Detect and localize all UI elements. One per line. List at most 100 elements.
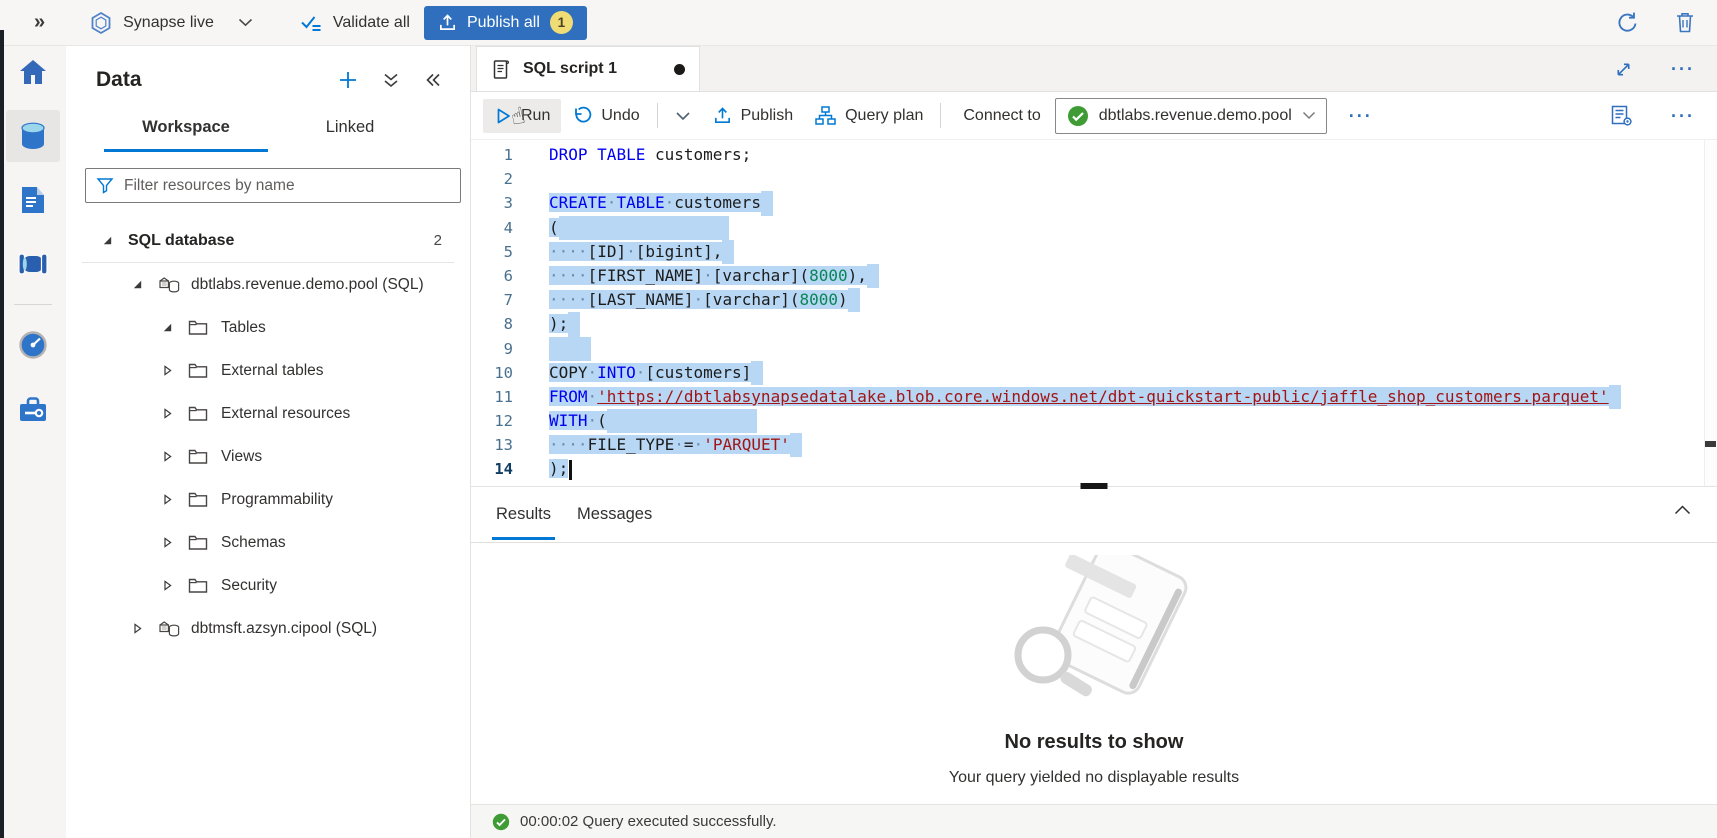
- collapse-results-chevron-icon[interactable]: [1674, 505, 1691, 515]
- line-number: 11: [471, 385, 523, 409]
- tree-item-sql-database[interactable]: SQL database2: [66, 219, 470, 262]
- code-line-6[interactable]: 6····[FIRST_NAME]·[varchar](8000),: [471, 264, 1717, 288]
- publish-button[interactable]: Publish: [702, 98, 804, 133]
- tree-item-dbtlabs-revenue-demo-pool-sql[interactable]: dbtlabs.revenue.demo.pool (SQL): [66, 263, 470, 306]
- commands-dropdown-button[interactable]: [664, 103, 702, 129]
- collapse-all-icon[interactable]: [382, 72, 400, 89]
- code-line-14[interactable]: 14);: [471, 457, 1717, 481]
- validate-check-icon: [299, 13, 323, 33]
- line-number: 9: [471, 337, 523, 361]
- filter-resources-box: [85, 168, 461, 203]
- nav-manage-button[interactable]: [6, 383, 60, 435]
- publish-all-button[interactable]: Publish all 1: [424, 6, 587, 40]
- filter-resources-input[interactable]: [124, 177, 450, 195]
- tree-item-label: External resources: [221, 405, 350, 423]
- chevron-down-icon[interactable]: [238, 18, 253, 27]
- collapse-arrow-icon[interactable]: [102, 235, 113, 246]
- code-line-1[interactable]: 1DROP TABLE customers;: [471, 143, 1717, 167]
- tree-item-security[interactable]: Security: [66, 564, 470, 607]
- tree-item-tables[interactable]: Tables: [66, 306, 470, 349]
- sql-pool-icon: [158, 619, 181, 638]
- pane-resize-grip[interactable]: [1081, 483, 1108, 489]
- folder-icon: [188, 491, 211, 508]
- document-tab-title: SQL script 1: [523, 60, 617, 78]
- validate-all-button[interactable]: Validate all: [299, 13, 410, 33]
- query-plan-button[interactable]: Query plan: [804, 98, 934, 133]
- data-panel-tabs: Workspace Linked: [66, 108, 470, 152]
- expand-arrow-icon[interactable]: [162, 580, 173, 591]
- sql-pool-icon: [158, 275, 181, 294]
- tree-item-views[interactable]: Views: [66, 435, 470, 478]
- nav-develop-button[interactable]: [6, 174, 60, 226]
- nav-monitor-button[interactable]: [6, 319, 60, 371]
- nav-home-button[interactable]: [6, 46, 60, 98]
- code-line-10[interactable]: 10COPY·INTO·[customers]: [471, 361, 1717, 385]
- line-number: 13: [471, 433, 523, 457]
- chevron-down-icon: [675, 111, 691, 121]
- expand-arrow-icon[interactable]: [162, 451, 173, 462]
- code-line-9[interactable]: 9: [471, 337, 1717, 361]
- editor-scrollbar[interactable]: [1704, 140, 1717, 486]
- text-cursor: [569, 460, 572, 480]
- rail-divider: [14, 304, 52, 305]
- scrollbar-marker: [1705, 441, 1716, 447]
- tab-messages[interactable]: Messages: [564, 490, 665, 539]
- sql-code-editor[interactable]: 1DROP TABLE customers;23CREATE·TABLE·cus…: [471, 140, 1717, 487]
- code-line-5[interactable]: 5····[ID]·[bigint],: [471, 240, 1717, 264]
- nav-data-button[interactable]: [6, 110, 60, 162]
- refresh-icon[interactable]: [1616, 11, 1639, 34]
- left-nav-rail: [0, 46, 66, 838]
- mode-selector[interactable]: Synapse live: [89, 11, 253, 35]
- code-line-11[interactable]: 11FROM·'https://dbtlabsynapsedatalake.bl…: [471, 385, 1717, 409]
- tree-item-schemas[interactable]: Schemas: [66, 521, 470, 564]
- tree-item-external-resources[interactable]: External resources: [66, 392, 470, 435]
- expand-editor-icon[interactable]: [1614, 60, 1633, 79]
- tree-item-external-tables[interactable]: External tables: [66, 349, 470, 392]
- chevron-down-icon: [1302, 111, 1316, 120]
- expand-arrow-icon[interactable]: [162, 494, 173, 505]
- code-line-3[interactable]: 3CREATE·TABLE·customers: [471, 191, 1717, 215]
- discard-all-trash-icon[interactable]: [1675, 11, 1695, 34]
- sql-script-icon: [491, 59, 511, 80]
- gauge-icon: [18, 330, 48, 360]
- top-command-bar: » Synapse live Validate all Publish all …: [0, 0, 1717, 46]
- nav-integrate-button[interactable]: [6, 238, 60, 290]
- code-line-12[interactable]: 12WITH·(: [471, 409, 1717, 433]
- collapse-arrow-icon[interactable]: [132, 279, 143, 290]
- pipeline-icon: [17, 252, 49, 276]
- expand-arrow-icon[interactable]: [132, 623, 143, 634]
- tab-more-actions-icon[interactable]: ···: [1671, 60, 1695, 78]
- collapse-panel-icon[interactable]: [424, 72, 442, 88]
- code-line-7[interactable]: 7····[LAST_NAME]·[varchar](8000): [471, 288, 1717, 312]
- connect-to-pool-dropdown[interactable]: dbtlabs.revenue.demo.pool: [1055, 98, 1327, 134]
- code-line-2[interactable]: 2: [471, 167, 1717, 191]
- folder-icon: [188, 319, 211, 336]
- tab-sql-script-1[interactable]: SQL script 1: [476, 46, 700, 91]
- tree-item-dbtmsft-azsyn-cipool-sql[interactable]: dbtmsft.azsyn.cipool (SQL): [66, 607, 470, 650]
- code-line-8[interactable]: 8);: [471, 312, 1717, 336]
- tab-results[interactable]: Results: [483, 490, 564, 539]
- view-settings-icon[interactable]: [1610, 104, 1633, 127]
- upload-icon: [438, 13, 457, 32]
- toolbox-icon: [18, 396, 48, 423]
- editor-more-actions-icon[interactable]: ···: [1671, 107, 1695, 125]
- synapse-studio-window: » Synapse live Validate all Publish all …: [0, 0, 1717, 838]
- tab-workspace[interactable]: Workspace: [104, 108, 268, 152]
- expand-arrow-icon[interactable]: [162, 365, 173, 376]
- expand-panel-icon[interactable]: »: [34, 11, 45, 34]
- query-plan-icon: [815, 106, 836, 125]
- tree-item-programmability[interactable]: Programmability: [66, 478, 470, 521]
- toolbar-more-actions-icon[interactable]: ···: [1349, 107, 1373, 125]
- results-tabs: Results Messages: [471, 487, 1717, 543]
- undo-button[interactable]: Undo: [561, 98, 650, 133]
- expand-arrow-icon[interactable]: [162, 537, 173, 548]
- line-number: 12: [471, 409, 523, 433]
- tree-item-label: Schemas: [221, 534, 286, 552]
- code-line-13[interactable]: 13····FILE_TYPE·=·'PARQUET': [471, 433, 1717, 457]
- add-resource-icon[interactable]: [338, 70, 358, 90]
- tab-linked[interactable]: Linked: [268, 108, 432, 152]
- code-line-4[interactable]: 4(: [471, 216, 1717, 240]
- collapse-arrow-icon[interactable]: [162, 322, 173, 333]
- expand-arrow-icon[interactable]: [162, 408, 173, 419]
- toolbar-separator: [657, 103, 658, 128]
